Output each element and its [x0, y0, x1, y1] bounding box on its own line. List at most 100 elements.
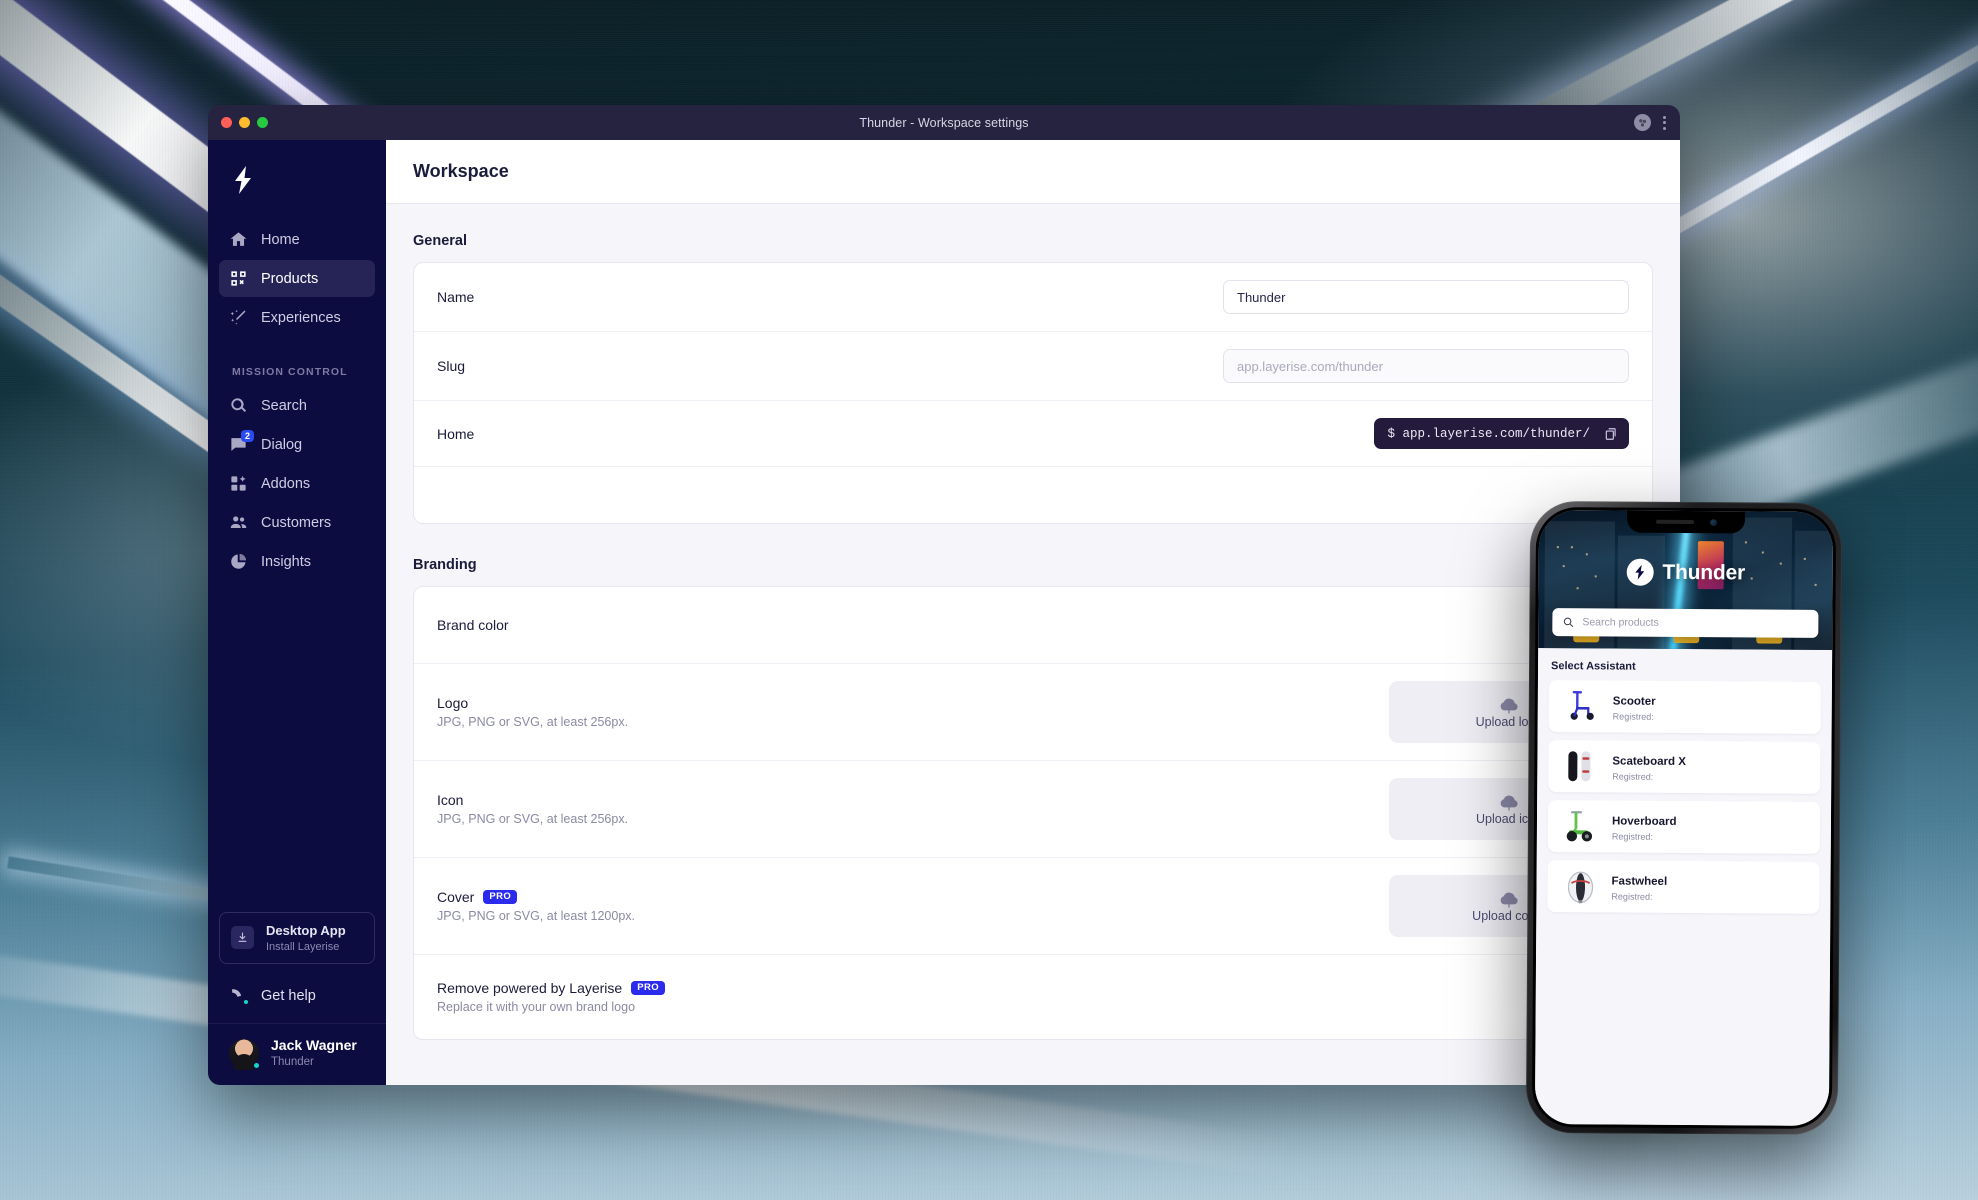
branding-section-heading: Branding [413, 557, 477, 573]
cloud-upload-icon [1500, 795, 1518, 810]
row-sublabel: JPG, PNG or SVG, at least 1200px. [437, 909, 636, 923]
list-item[interactable]: Scooter Registred: [1548, 680, 1821, 734]
get-help-label: Get help [261, 987, 316, 1004]
sidebar-item-label: Experiences [261, 309, 341, 326]
sidebar-item-label: Addons [261, 475, 311, 492]
get-help-button[interactable]: Get help [208, 978, 386, 1023]
home-icon [229, 230, 248, 249]
download-icon [231, 926, 254, 950]
row-name: Name Thunder [414, 263, 1652, 332]
support-online-dot [243, 999, 249, 1006]
row-general-spacer [414, 467, 1652, 523]
sidebar-item-products[interactable]: Products [219, 260, 375, 297]
row-cover: Cover PRO JPG, PNG or SVG, at least 1200… [414, 858, 1652, 955]
row-home: Home $ app.layerise.com/thunder/ [414, 401, 1652, 467]
sidebar-item-home[interactable]: Home [219, 221, 375, 258]
support-icon [229, 986, 249, 1006]
settings-scroll-area[interactable]: General Name Thunder Slug app.layerise.c… [386, 204, 1680, 1085]
workspace-name-input[interactable]: Thunder [1223, 280, 1629, 314]
row-label: Logo [437, 695, 469, 711]
thunder-bolt-logo [1626, 558, 1654, 586]
sidebar-item-dialog[interactable]: 2 Dialog [219, 426, 375, 463]
chat-bubble-icon: 2 [229, 430, 254, 454]
bolt-glyph [235, 166, 251, 194]
row-remove-powered-by: Remove powered by Layerise PRO Replace i… [414, 955, 1652, 1039]
search-icon [229, 396, 248, 415]
addons-grid-icon [229, 474, 248, 493]
page-header: Workspace [386, 140, 1680, 204]
row-label: Cover PRO [437, 889, 635, 905]
phone-screen: Thunder Search products Select Assistant [1534, 509, 1834, 1127]
phone-notch [1626, 510, 1746, 534]
product-name: Fastwheel [1611, 875, 1668, 888]
sidebar-item-customers[interactable]: Customers [219, 504, 375, 541]
thunder-bolt-logo[interactable] [208, 140, 386, 221]
products-qr-icon [229, 269, 248, 288]
row-slug: Slug app.layerise.com/thunder [414, 332, 1652, 401]
customers-people-icon [229, 513, 248, 532]
phone-bezel: Thunder Search products Select Assistant [1531, 506, 1837, 1130]
sidebar-section-label: MISSION CONTROL [232, 366, 348, 378]
product-meta: Registred: [1612, 711, 1654, 722]
kick-scooter-image [1561, 685, 1603, 727]
online-status-dot [253, 1061, 260, 1069]
list-item[interactable]: Fastwheel Registred: [1547, 860, 1820, 914]
desktop-app-cta[interactable]: Desktop App Install Layerise [219, 911, 375, 965]
general-section-heading: General [413, 233, 467, 249]
sidebar-item-label: Dialog [261, 436, 303, 453]
magic-wand-icon [229, 308, 248, 327]
row-label: Name [437, 289, 475, 305]
row-label: Remove powered by Layerise PRO [437, 980, 666, 996]
sidebar: Home Products Experiences MISSION CONTRO… [208, 140, 386, 1085]
row-label: Slug [437, 358, 466, 374]
cloud-upload-icon [1500, 892, 1518, 907]
search-placeholder: Search products [1582, 616, 1659, 629]
app-window: Thunder - Workspace settings Home Produc… [208, 105, 1680, 1085]
list-heading: Select Assistant [1551, 660, 1636, 673]
sidebar-item-label: Home [261, 231, 300, 248]
branding-card: Brand color Logo JPG, PNG or SVG, at lea… [413, 586, 1653, 1040]
workspace-slug-input[interactable]: app.layerise.com/thunder [1223, 349, 1629, 383]
desktop-app-subtitle: Install Layerise [266, 940, 340, 953]
copy-icon[interactable] [1604, 427, 1618, 441]
sidebar-item-search[interactable]: Search [219, 387, 375, 424]
row-brand-color: Brand color [414, 587, 1652, 664]
home-url-pill[interactable]: $ app.layerise.com/thunder/ [1374, 418, 1629, 449]
sidebar-item-label: Search [261, 397, 307, 414]
row-label-text: Cover [437, 889, 475, 905]
sidebar-item-label: Products [261, 270, 319, 287]
sidebar-item-addons[interactable]: Addons [219, 465, 375, 502]
sidebar-item-label: Customers [261, 514, 332, 531]
sidebar-item-insights[interactable]: Insights [219, 543, 375, 580]
product-name: Scooter [1612, 695, 1656, 708]
desktop-app-title: Desktop App [266, 922, 346, 938]
window-titlebar: Thunder - Workspace settings [208, 105, 1680, 140]
general-card: Name Thunder Slug app.layerise.com/thund… [413, 262, 1653, 524]
earpiece-speaker [1655, 519, 1694, 525]
main-content: Workspace General Name Thunder Slug app.… [386, 140, 1680, 1085]
brand-name: Thunder [1662, 560, 1746, 584]
front-camera [1709, 518, 1717, 526]
product-meta: Registred: [1611, 831, 1653, 842]
row-label-text: Remove powered by Layerise [437, 980, 623, 996]
page-title: Workspace [413, 161, 509, 181]
avatar [229, 1038, 260, 1069]
user-name: Jack Wagner [271, 1037, 357, 1054]
sidebar-item-label: Insights [261, 553, 311, 570]
row-label: Icon [437, 792, 464, 808]
list-item[interactable]: Hoverboard Registred: [1547, 800, 1821, 854]
assistant-list: Select Assistant Scooter Registred: Scat… [1534, 647, 1833, 1127]
sidebar-user-menu[interactable]: Jack Wagner Thunder [208, 1023, 386, 1085]
dialog-unread-badge: 2 [241, 430, 254, 442]
unicycle-wheel-image [1559, 865, 1601, 907]
sidebar-item-experiences[interactable]: Experiences [219, 299, 375, 336]
cloud-upload-icon [1500, 698, 1518, 713]
insights-pie-chart-icon [229, 552, 248, 571]
row-logo: Logo JPG, PNG or SVG, at least 256px. Up… [414, 664, 1652, 761]
list-item[interactable]: Scateboard X Registred: [1548, 740, 1821, 794]
brand-lockup: Thunder [1539, 558, 1833, 587]
phone-mockup: Thunder Search products Select Assistant [1525, 500, 1843, 1136]
search-input[interactable]: Search products [1552, 608, 1819, 638]
skateboard-image [1560, 745, 1602, 787]
row-icon: Icon JPG, PNG or SVG, at least 256px. Up… [414, 761, 1652, 858]
